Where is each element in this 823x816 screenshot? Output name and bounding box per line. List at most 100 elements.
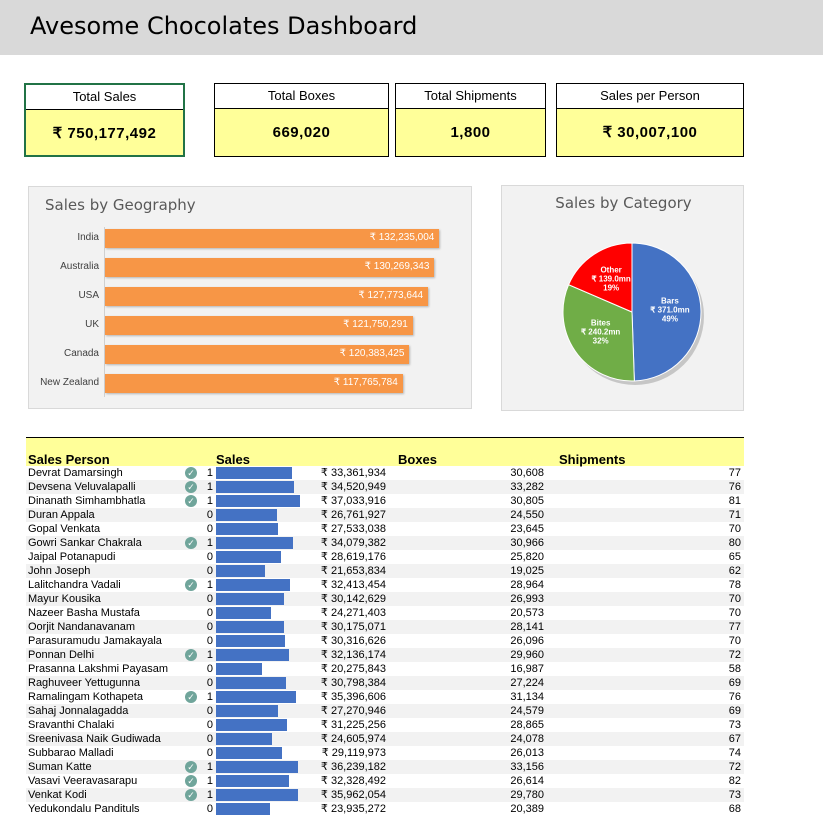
sales-databar <box>216 733 272 745</box>
sales-person-name: Sahaj Jonnalagadda <box>28 705 129 717</box>
geo-bar[interactable]: ₹ 121,750,291 <box>105 316 413 335</box>
sales-value: ₹ 34,079,382 <box>320 537 386 549</box>
table-row[interactable]: Ramalingam Kothapeta ✓ 1 ₹ 35,396,606 31,134… <box>26 690 744 704</box>
sales-databar <box>216 495 300 507</box>
kpi-total-shipments[interactable]: Total Shipments 1,800 <box>395 83 546 157</box>
shipments-value: 70 <box>728 593 741 605</box>
kpi-sales-per-person[interactable]: Sales per Person ₹ 30,007,100 <box>556 83 744 157</box>
boxes-value: 26,013 <box>510 747 544 759</box>
sales-person-name: John Joseph <box>28 565 91 577</box>
header-boxes: Boxes <box>398 452 438 467</box>
shipments-value: 81 <box>728 495 741 507</box>
table-row[interactable]: Subbarao Malladi 0 ₹ 29,119,973 26,013 74 <box>26 746 744 760</box>
sales-person-name: Sreenivasa Naik Gudiwada <box>28 733 161 745</box>
check-circle-icon: ✓ <box>185 761 197 773</box>
sales-databar <box>216 635 285 647</box>
table-row[interactable]: Yedukondalu Pandituls 0 ₹ 23,935,272 20,389… <box>26 802 744 816</box>
kpi-label: Total Sales <box>26 85 183 110</box>
sales-value: ₹ 32,413,454 <box>320 579 386 591</box>
pie-label-name: Bites <box>591 318 611 327</box>
sales-value: ₹ 32,136,174 <box>320 649 386 661</box>
table-row[interactable]: John Joseph 0 ₹ 21,653,834 19,025 62 <box>26 564 744 578</box>
table-row[interactable]: Oorjit Nandanavanam 0 ₹ 30,175,071 28,141 77 <box>26 620 744 634</box>
table-row[interactable]: Venkat Kodi ✓ 1 ₹ 35,962,054 29,780 73 <box>26 788 744 802</box>
geo-bar[interactable]: ₹ 132,235,004 <box>105 229 440 248</box>
sales-person-name: Vasavi Veeravasarapu <box>28 775 138 787</box>
table-row[interactable]: Devrat Damarsingh ✓ 1 ₹ 33,361,934 30,608 77 <box>26 466 744 480</box>
geo-bar[interactable]: ₹ 127,773,644 <box>105 287 429 306</box>
shipments-value: 70 <box>728 523 741 535</box>
geo-category-label: UK <box>85 319 99 330</box>
sales-databar <box>216 593 285 605</box>
check-circle-icon: ✓ <box>185 537 197 549</box>
target-flag: 0 <box>206 677 213 689</box>
shipments-value: 58 <box>728 663 741 675</box>
target-flag: 1 <box>206 495 213 507</box>
geo-bar[interactable]: ₹ 130,269,343 <box>105 258 435 277</box>
geo-bar[interactable]: ₹ 120,383,425 <box>105 345 410 364</box>
sales-person-name: Gowri Sankar Chakrala <box>28 537 142 549</box>
sales-value: ₹ 32,328,492 <box>320 775 386 787</box>
table-row[interactable]: Nazeer Basha Mustafa 0 ₹ 24,271,403 20,573 7… <box>26 606 744 620</box>
kpi-value: ₹ 750,177,492 <box>52 125 157 142</box>
sales-databar <box>216 719 287 731</box>
target-flag: 0 <box>206 523 213 535</box>
geo-category-label: USA <box>78 290 99 301</box>
sales-person-name: Parasuramudu Jamakayala <box>28 635 162 647</box>
table-row[interactable]: Prasanna Lakshmi Payasam 0 ₹ 20,275,843 16,… <box>26 662 744 676</box>
sales-databar <box>216 523 279 535</box>
target-flag: 1 <box>206 789 213 801</box>
table-row[interactable]: Jaipal Potanapudi 0 ₹ 28,619,176 25,820 65 <box>26 550 744 564</box>
check-circle-icon: ✓ <box>185 691 197 703</box>
check-circle-icon: ✓ <box>185 789 197 801</box>
pie-label-percent: 32% <box>593 336 609 345</box>
target-flag: 1 <box>206 579 213 591</box>
sales-value: ₹ 37,033,916 <box>320 495 386 507</box>
sales-databar <box>216 775 290 787</box>
table-row[interactable]: Vasavi Veeravasarapu ✓ 1 ₹ 32,328,492 26,614… <box>26 774 744 788</box>
target-flag: 0 <box>206 621 213 633</box>
sales-value: ₹ 21,653,834 <box>320 565 386 577</box>
category-chart[interactable]: Sales by Category Bars ₹ 371.0mn 49% Bites ₹… <box>501 185 744 411</box>
table-row[interactable]: Dinanath Simhambhatla ✓ 1 ₹ 37,033,916 30,80… <box>26 494 744 508</box>
boxes-value: 26,096 <box>510 635 544 647</box>
table-row[interactable]: Raghuveer Yettugunna 0 ₹ 30,798,384 27,224 6… <box>26 676 744 690</box>
boxes-value: 26,993 <box>510 593 544 605</box>
shipments-value: 68 <box>728 803 741 815</box>
geography-chart[interactable]: Sales by Geography India ₹ 132,235,004 Aus… <box>28 186 472 409</box>
shipments-value: 71 <box>728 509 741 521</box>
table-row[interactable]: Gopal Venkata 0 ₹ 27,533,038 23,645 70 <box>26 522 744 536</box>
table-row[interactable]: Sahaj Jonnalagadda 0 ₹ 27,270,946 24,579 69 <box>26 704 744 718</box>
shipments-value: 72 <box>728 761 741 773</box>
table-row[interactable]: Devsena Veluvalapalli ✓ 1 ₹ 34,520,949 33,28… <box>26 480 744 494</box>
table-row[interactable]: Duran Appala 0 ₹ 26,761,927 24,550 71 <box>26 508 744 522</box>
shipments-value: 73 <box>728 789 741 801</box>
geo-bar[interactable]: ₹ 117,765,784 <box>105 374 403 393</box>
boxes-value: 20,389 <box>510 803 544 815</box>
table-row[interactable]: Ponnan Delhi ✓ 1 ₹ 32,136,174 29,960 72 <box>26 648 744 662</box>
sales-value: ₹ 30,798,384 <box>320 677 386 689</box>
table-row[interactable]: Lalitchandra Vadali ✓ 1 ₹ 32,413,454 28,964 7… <box>26 578 744 592</box>
table-row[interactable]: Sreenivasa Naik Gudiwada 0 ₹ 24,605,974 24,… <box>26 732 744 746</box>
geo-data-label: ₹ 132,235,004 <box>369 232 435 243</box>
sales-person-name: Suman Katte <box>28 761 92 773</box>
geo-data-label: ₹ 121,750,291 <box>343 319 408 330</box>
geo-data-label: ₹ 120,383,425 <box>339 348 405 359</box>
sales-databar <box>216 537 294 549</box>
dashboard-title: Avesome Chocolates Dashboard <box>30 12 418 40</box>
kpi-value: 669,020 <box>272 124 331 141</box>
table-row[interactable]: Mayur Kousika 0 ₹ 30,142,629 26,993 70 <box>26 592 744 606</box>
sales-person-name: Gopal Venkata <box>28 523 101 535</box>
table-row[interactable]: Gowri Sankar Chakrala ✓ 1 ₹ 34,079,382 30,96… <box>26 536 744 550</box>
check-circle-icon: ✓ <box>185 579 197 591</box>
target-flag: 0 <box>206 803 213 815</box>
kpi-total-boxes[interactable]: Total Boxes 669,020 <box>214 83 389 157</box>
table-row[interactable]: Sravanthi Chalaki 0 ₹ 31,225,256 28,865 73 <box>26 718 744 732</box>
boxes-value: 29,780 <box>510 789 544 801</box>
boxes-value: 28,865 <box>510 719 544 731</box>
target-flag: 0 <box>206 635 213 647</box>
kpi-total-sales[interactable]: Total Sales ₹ 750,177,492 <box>24 83 185 157</box>
table-row[interactable]: Parasuramudu Jamakayala 0 ₹ 30,316,626 26,0… <box>26 634 744 648</box>
boxes-value: 27,224 <box>510 677 544 689</box>
table-row[interactable]: Suman Katte ✓ 1 ₹ 36,239,182 33,156 72 <box>26 760 744 774</box>
